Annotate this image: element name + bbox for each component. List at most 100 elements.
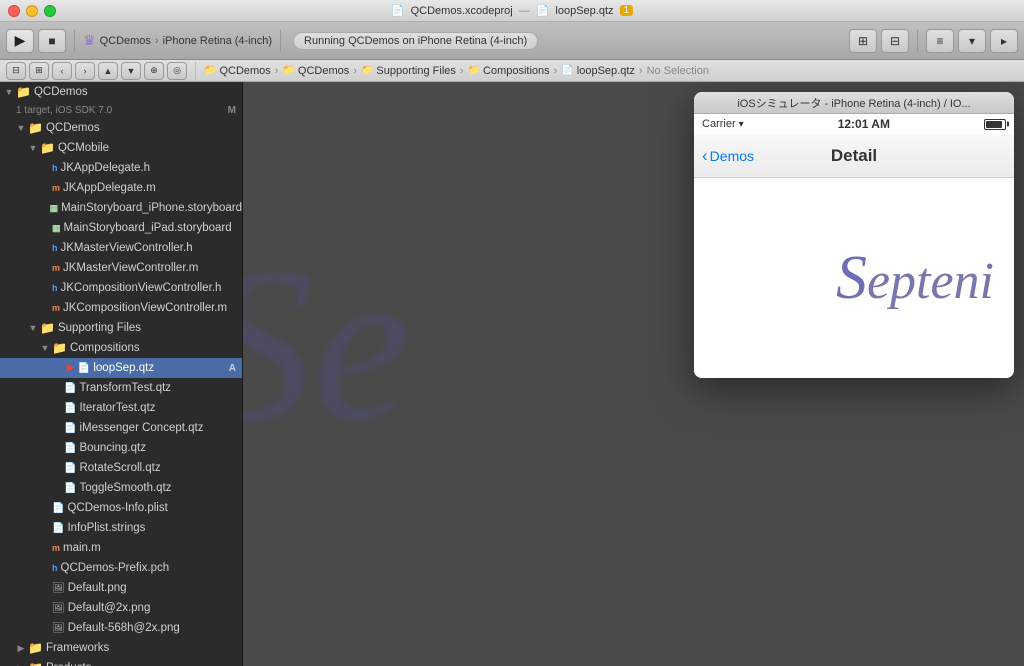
maximize-button[interactable] [44, 5, 56, 17]
file-icon: 📄 [64, 483, 76, 494]
sidebar-item-jkcompositionviewcontroller-h[interactable]: h JKCompositionViewController.h [0, 278, 242, 298]
breadcrumb-item-1[interactable]: 📁 QCDemos [204, 65, 271, 77]
sidebar-item-jkappdelegate-m[interactable]: m JKAppDelegate.m [0, 178, 242, 198]
breadcrumb-item-supporting[interactable]: 📁 Supporting Files [361, 65, 456, 77]
toggle-icon: ▼ [16, 123, 26, 133]
editor-toggle-1[interactable]: ⊞ [849, 29, 877, 53]
sidebar-item-infoplist-strings[interactable]: 📄 InfoPlist.strings [0, 518, 242, 538]
sidebar-item-products[interactable]: ▶ 📁 Products [0, 658, 242, 666]
view-toggle-1[interactable]: ≡ [926, 29, 954, 53]
m-icon: m [52, 543, 60, 553]
breadcrumb-nav-recent[interactable]: ◎ [167, 62, 187, 80]
sidebar-item-project-root[interactable]: ▼ 📁 QCDemos [0, 82, 242, 102]
folder-icon-1: 📁 [204, 65, 216, 76]
view-toggle-3[interactable]: ▸ [990, 29, 1018, 53]
sidebar-item-default-568h-png[interactable]: 🖼 Default-568h@2x.png [0, 618, 242, 638]
minimize-button[interactable] [26, 5, 38, 17]
clock-label: 12:01 AM [838, 117, 890, 131]
sidebar-item-jkmasterviewcontroller-m[interactable]: m JKMasterViewController.m [0, 258, 242, 278]
editor-toggle-2[interactable]: ⊟ [881, 29, 909, 53]
sidebar-item-default2x-png[interactable]: 🖼 Default@2x.png [0, 598, 242, 618]
sidebar-item-togglesmooth[interactable]: 📄 ToggleSmooth.qtz [0, 478, 242, 498]
no-selection-label: No Selection [647, 65, 709, 77]
breadcrumb-nav-forward[interactable]: › [75, 62, 95, 80]
project-icon: 📄 [391, 4, 405, 17]
sidebar-item-jkcompositionviewcontroller-m[interactable]: m JKCompositionViewController.m [0, 298, 242, 318]
file-icon: 📄 [78, 363, 90, 374]
img-icon: 🖼 [52, 623, 65, 634]
breadcrumb-nav-back[interactable]: ‹ [52, 62, 72, 80]
simulator-nav-bar: ‹ Demos Detail [694, 134, 1014, 178]
sim-nav-title: Detail [831, 146, 877, 166]
sidebar-item-supporting-files[interactable]: ▼ 📁 Supporting Files [0, 318, 242, 338]
sidebar-item-jkappdelegate-h[interactable]: h JKAppDelegate.h [0, 158, 242, 178]
file-icon: 📄 [64, 383, 76, 394]
sidebar-item-loopsep[interactable]: ➤ 📄 loopSep.qtz A [0, 358, 242, 378]
breadcrumb-nav-next[interactable]: ⊞ [29, 62, 49, 80]
sidebar-item-qcdemos[interactable]: ▼ 📁 QCDemos [0, 118, 242, 138]
sidebar-item-qcdemos-info-plist[interactable]: 📄 QCDemos-Info.plist [0, 498, 242, 518]
sidebar-item-bouncing[interactable]: 📄 Bouncing.qtz [0, 438, 242, 458]
m-icon: m [52, 263, 60, 273]
sidebar-item-qcdemos-prefix-pch[interactable]: h QCDemos-Prefix.pch [0, 558, 242, 578]
sidebar-item-rotatescroll[interactable]: 📄 RotateScroll.qtz [0, 458, 242, 478]
img-icon: 🖼 [52, 603, 65, 614]
sidebar-item-mainstoryboard-ipad[interactable]: ▦ MainStoryboard_iPad.storyboard [0, 218, 242, 238]
breadcrumb-nav-prev[interactable]: ⊟ [6, 62, 26, 80]
sim-septeni-logo: Septeni [836, 243, 994, 314]
close-button[interactable] [8, 5, 20, 17]
h-icon: h [52, 563, 58, 573]
battery-indicator [984, 119, 1006, 130]
sidebar[interactable]: ▼ 📁 QCDemos 1 target, iOS SDK 7.0 M ▼ 📁 … [0, 82, 243, 666]
sidebar-project-meta: 1 target, iOS SDK 7.0 M [0, 102, 242, 118]
sim-back-button[interactable]: ‹ Demos [702, 146, 754, 166]
toolbar: ▶ ■ ♛ QCDemos › iPhone Retina (4-inch) R… [0, 22, 1024, 60]
sidebar-item-jkmasterviewcontroller-h[interactable]: h JKMasterViewController.h [0, 238, 242, 258]
sidebar-item-iteratortest[interactable]: 📄 IteratorTest.qtz [0, 398, 242, 418]
breadcrumb-bar: ⊟ ⊞ ‹ › ▲ ▼ ⊕ ◎ 📁 QCDemos › 📁 QCDemos › … [0, 60, 1024, 82]
sidebar-item-frameworks[interactable]: ▶ 📁 Frameworks [0, 638, 242, 658]
sidebar-item-qcmobile[interactable]: ▼ 📁 QCMobile [0, 138, 242, 158]
toolbar-separator-1 [74, 30, 75, 52]
breadcrumb-path: 📁 QCDemos › 📁 QCDemos › 📁 Supporting Fil… [204, 65, 709, 77]
toolbar-separator-2 [280, 30, 281, 52]
sb-icon: ▦ [52, 223, 61, 234]
battery-fill [986, 121, 1002, 128]
folder-icon-2: 📁 [282, 65, 294, 76]
folder-icon-3: 📁 [361, 65, 373, 76]
breadcrumb-item-compositions[interactable]: 📁 Compositions [468, 65, 550, 77]
folder-icon: 📁 [52, 341, 67, 355]
stop-button[interactable]: ■ [38, 29, 66, 53]
breadcrumb-sep-4: › [554, 65, 558, 77]
breadcrumb-nav: ⊟ ⊞ ‹ › ▲ ▼ ⊕ ◎ [6, 62, 196, 80]
folder-icon: 📁 [40, 321, 55, 335]
breadcrumb-item-loopsep[interactable]: 📄 loopSep.qtz [561, 65, 635, 77]
svg-text:Se: Se [243, 222, 411, 466]
breadcrumb-sep-1: › [275, 65, 279, 77]
view-toggle-2[interactable]: ▾ [958, 29, 986, 53]
project-name-label: QCDemos [34, 86, 88, 98]
sidebar-item-imessenger[interactable]: 📄 iMessenger Concept.qtz [0, 418, 242, 438]
window-title: 📄 QCDemos.xcodeproj — 📄 loopSep.qtz 1 [391, 4, 633, 17]
simulator-window: iOSシミュレータ - iPhone Retina (4-inch) / IO.… [694, 92, 1014, 378]
sb-icon: ▦ [50, 203, 59, 214]
scheme-selector[interactable]: ♛ QCDemos › iPhone Retina (4-inch) [83, 32, 272, 49]
breadcrumb-nav-down[interactable]: ▼ [121, 62, 141, 80]
file-icon: 📄 [64, 403, 76, 414]
h-icon: h [52, 163, 58, 173]
sidebar-item-compositions[interactable]: ▼ 📁 Compositions [0, 338, 242, 358]
breadcrumb-item-2[interactable]: 📁 QCDemos [282, 65, 349, 77]
breadcrumb-nav-related[interactable]: ⊕ [144, 62, 164, 80]
sidebar-item-mainstoryboard-iphone[interactable]: ▦ MainStoryboard_iPhone.storyboard [0, 198, 242, 218]
sidebar-item-transformtest[interactable]: 📄 TransformTest.qtz [0, 378, 242, 398]
folder-icon: 📁 [28, 661, 43, 666]
play-button[interactable]: ▶ [6, 29, 34, 53]
sidebar-item-main-m[interactable]: m main.m [0, 538, 242, 558]
file-icon-loopsep: 📄 [561, 65, 573, 76]
toolbar-separator-3 [917, 30, 918, 52]
wifi-icon: ▾ [739, 119, 744, 130]
sidebar-item-default-png[interactable]: 🖼 Default.png [0, 578, 242, 598]
breadcrumb-nav-up[interactable]: ▲ [98, 62, 118, 80]
title-bar: 📄 QCDemos.xcodeproj — 📄 loopSep.qtz 1 [0, 0, 1024, 22]
nav-wrapper: ‹ Demos Detail [702, 146, 1006, 166]
